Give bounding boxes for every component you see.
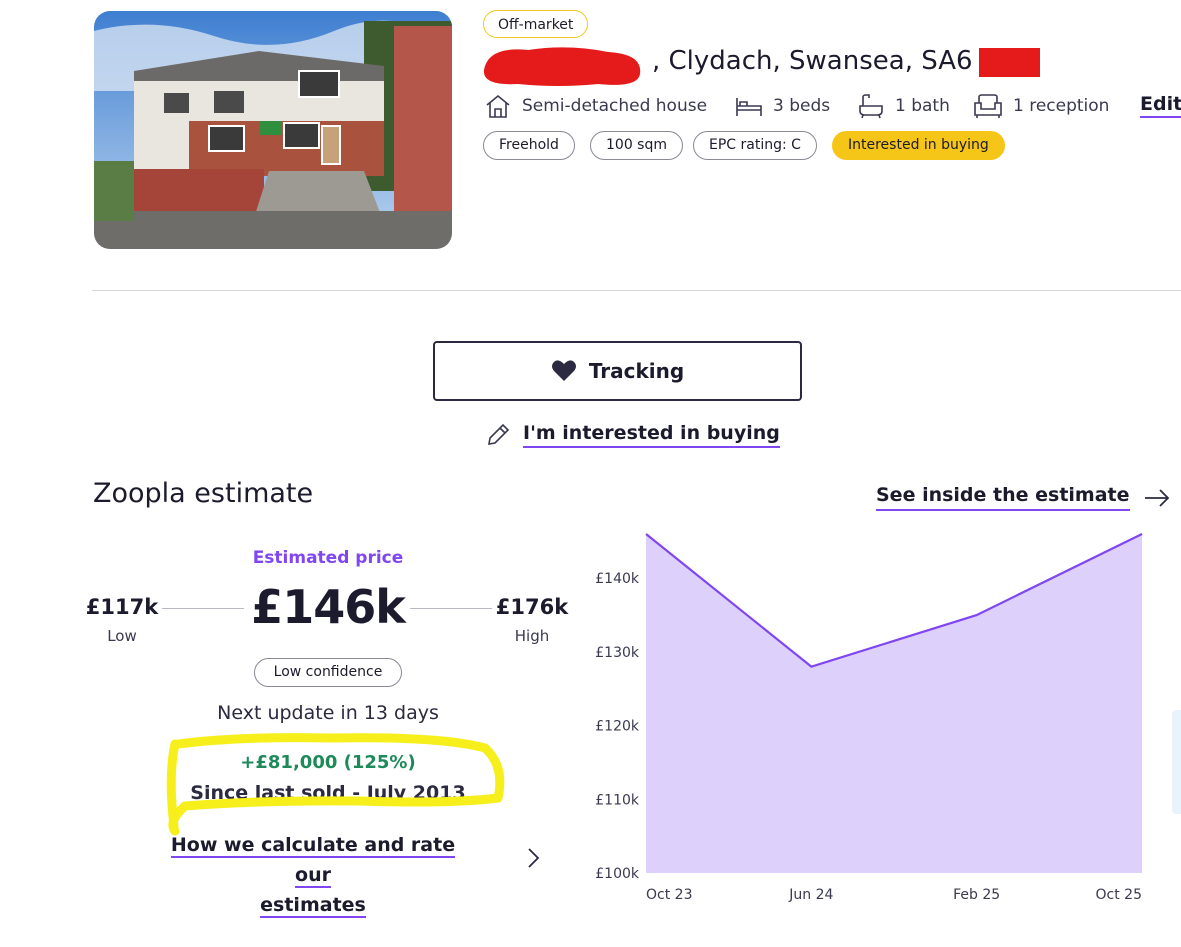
status-badge: Off-market [483, 10, 589, 38]
property-address: , Clydach, Swansea, SA6 [652, 46, 973, 76]
feature-beds: 3 beds [735, 92, 830, 120]
how-calc-line2: estimates [260, 894, 366, 918]
heart-icon [551, 360, 576, 381]
y-tick-label: £120k [595, 719, 640, 735]
feature-label: 3 beds [773, 96, 831, 116]
feature-baths: 1 bath [857, 92, 950, 120]
chart-area [646, 534, 1142, 873]
since-last-sold: Since last sold - July 2013 [190, 782, 466, 804]
divider [92, 290, 1181, 291]
arrow-right-icon [1144, 488, 1169, 507]
range-line-left [162, 608, 244, 609]
redacted-postcode [979, 48, 1040, 77]
feature-receptions: 1 reception [973, 92, 1109, 120]
next-update: Next update in 13 days [217, 702, 439, 724]
price-change: +£81,000 (125%) [240, 752, 416, 773]
y-tick-label: £110k [595, 792, 640, 808]
estimated-price: £146k [251, 580, 406, 634]
range-line-right [410, 608, 492, 609]
estimate-title: Zoopla estimate [93, 478, 314, 509]
feature-property-type: Semi-detached house [484, 92, 707, 120]
redacted-address-scribble [483, 47, 641, 86]
estimate-chart: £140k £130k £120k £110k £100k Oct 23 Jun 24 Feb… [595, 533, 1143, 903]
tracking-label: Tracking [588, 359, 685, 383]
y-tick-label: £100k [595, 866, 640, 882]
x-tick-label: Feb 25 [953, 887, 1000, 903]
confidence-badge: Low confidence [254, 658, 402, 687]
feature-label: Semi-detached house [522, 96, 708, 116]
bed-icon [736, 98, 762, 116]
see-inside-link[interactable]: See inside the estimate [876, 484, 1170, 511]
bath-icon [859, 94, 883, 119]
low-label: Low [107, 627, 137, 645]
pencil-icon [488, 423, 510, 445]
tag-size: 100 sqm [590, 131, 683, 160]
x-tick-label: Oct 23 [646, 887, 692, 903]
house-icon [486, 94, 510, 118]
low-value: £117k [85, 595, 159, 619]
estimated-price-label: Estimated price [252, 548, 404, 568]
side-panel-edge [1172, 710, 1181, 814]
property-photo[interactable] [94, 11, 452, 249]
chevron-right-icon[interactable] [526, 847, 542, 869]
tracking-button[interactable]: Tracking [433, 341, 802, 401]
high-value: £176k [495, 595, 569, 619]
feature-label: 1 bath [895, 96, 950, 116]
yellow-highlight-annotation [166, 733, 505, 836]
x-tick-label: Oct 25 [1096, 887, 1142, 903]
tag-tenure: Freehold [483, 131, 575, 160]
armchair-icon [974, 94, 1002, 118]
tag-interest: Interested in buying [832, 131, 1005, 160]
y-tick-label: £130k [595, 645, 640, 661]
how-we-calculate-link[interactable]: How we calculate and rate our estimates [150, 830, 476, 920]
how-calc-line1: How we calculate and rate our [170, 834, 456, 888]
interested-label: I'm interested in buying [523, 422, 780, 448]
interested-link[interactable]: I'm interested in buying [485, 422, 780, 448]
tag-epc: EPC rating: C [693, 131, 817, 160]
high-label: High [514, 627, 550, 645]
x-tick-label: Jun 24 [788, 887, 833, 903]
see-inside-label: See inside the estimate [876, 484, 1130, 511]
y-tick-label: £140k [595, 571, 640, 587]
edit-link[interactable]: Edit [1140, 93, 1181, 118]
feature-label: 1 reception [1013, 96, 1110, 116]
